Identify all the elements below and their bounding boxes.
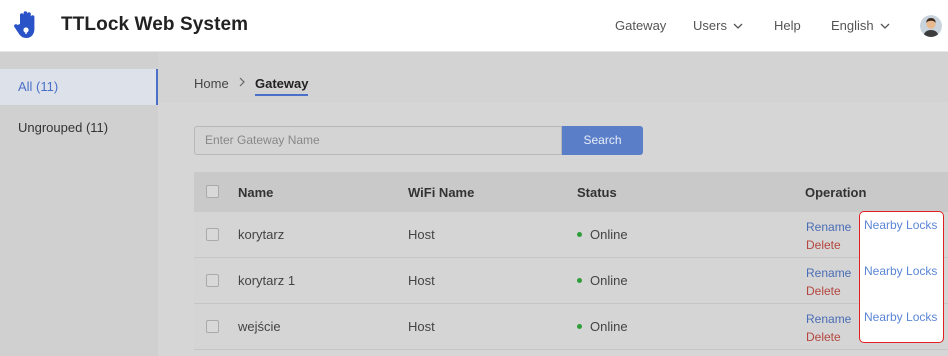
- top-header: TTLock Web System Gateway Users Help Eng…: [0, 0, 948, 52]
- rename-link[interactable]: Rename: [806, 312, 851, 326]
- search-button[interactable]: Search: [562, 126, 643, 155]
- status: Online: [577, 319, 628, 334]
- breadcrumb-home[interactable]: Home: [194, 76, 229, 91]
- rename-link[interactable]: Rename: [806, 220, 851, 234]
- app-title: TTLock Web System: [61, 14, 249, 35]
- table-row: korytarz 1 Host Online Rename Delete: [194, 258, 948, 304]
- user-avatar-icon[interactable]: [920, 15, 942, 37]
- main-content: Home Gateway Enter Gateway Name Search N…: [158, 52, 948, 356]
- chevron-right-icon: [239, 77, 245, 87]
- column-header-name: Name: [238, 185, 274, 200]
- wifi-name: Host: [408, 273, 435, 288]
- sidebar-item-label: All (11): [18, 79, 59, 94]
- nav-users[interactable]: Users: [693, 18, 743, 33]
- table-header: Name WiFi Name Status Operation: [194, 172, 948, 212]
- nearby-locks-link[interactable]: Nearby Locks: [864, 310, 937, 324]
- breadcrumb: Home Gateway: [158, 52, 948, 102]
- gateway-name: wejście: [238, 319, 281, 334]
- status: Online: [577, 227, 628, 242]
- row-checkbox[interactable]: [206, 320, 219, 333]
- rename-link[interactable]: Rename: [806, 266, 851, 280]
- status-text: Online: [590, 319, 628, 334]
- sidebar: All (11) Ungrouped (11): [0, 52, 158, 356]
- gateway-table: Name WiFi Name Status Operation korytarz…: [194, 172, 948, 356]
- status: Online: [577, 273, 628, 288]
- sidebar-item-ungrouped[interactable]: Ungrouped (11): [0, 110, 158, 146]
- select-all-checkbox[interactable]: [206, 185, 219, 198]
- table-row: korytarz Host Online Rename Delete: [194, 212, 948, 258]
- status-online-dot: [577, 232, 582, 238]
- gateway-search-input[interactable]: Enter Gateway Name: [194, 126, 562, 155]
- column-header-wifi: WiFi Name: [408, 185, 475, 200]
- nearby-locks-link[interactable]: Nearby Locks: [864, 218, 937, 232]
- language-label: English: [831, 18, 874, 33]
- gateway-name: korytarz 1: [238, 273, 296, 288]
- nav-gateway[interactable]: Gateway: [615, 18, 666, 33]
- hand-logo-icon[interactable]: [14, 10, 42, 40]
- wifi-name: Host: [408, 227, 435, 242]
- table-row: wejście Host Online Rename Delete: [194, 304, 948, 350]
- delete-link[interactable]: Delete: [806, 330, 841, 344]
- chevron-down-icon: [733, 23, 743, 29]
- row-checkbox[interactable]: [206, 274, 219, 287]
- status-online-dot: [577, 278, 582, 284]
- status-online-dot: [577, 324, 582, 330]
- status-text: Online: [590, 227, 628, 242]
- nav-help-label: Help: [774, 18, 801, 33]
- wifi-name: Host: [408, 319, 435, 334]
- sidebar-item-label: Ungrouped (11): [18, 120, 109, 135]
- nearby-locks-link[interactable]: Nearby Locks: [864, 264, 937, 278]
- gateway-name: korytarz: [238, 227, 285, 242]
- sidebar-item-all[interactable]: All (11): [0, 69, 158, 105]
- chevron-down-icon: [880, 23, 890, 29]
- row-checkbox[interactable]: [206, 228, 219, 241]
- nav-users-label: Users: [693, 18, 727, 33]
- delete-link[interactable]: Delete: [806, 284, 841, 298]
- status-text: Online: [590, 273, 628, 288]
- nav-help[interactable]: Help: [774, 18, 801, 33]
- column-header-operation: Operation: [805, 185, 867, 200]
- column-header-status: Status: [577, 185, 617, 200]
- nearby-locks-highlight: Nearby Locks Nearby Locks Nearby Locks: [859, 211, 944, 343]
- delete-link[interactable]: Delete: [806, 238, 841, 252]
- nav-gateway-label: Gateway: [615, 18, 667, 33]
- breadcrumb-current: Gateway: [255, 76, 309, 96]
- language-selector[interactable]: English: [831, 18, 890, 33]
